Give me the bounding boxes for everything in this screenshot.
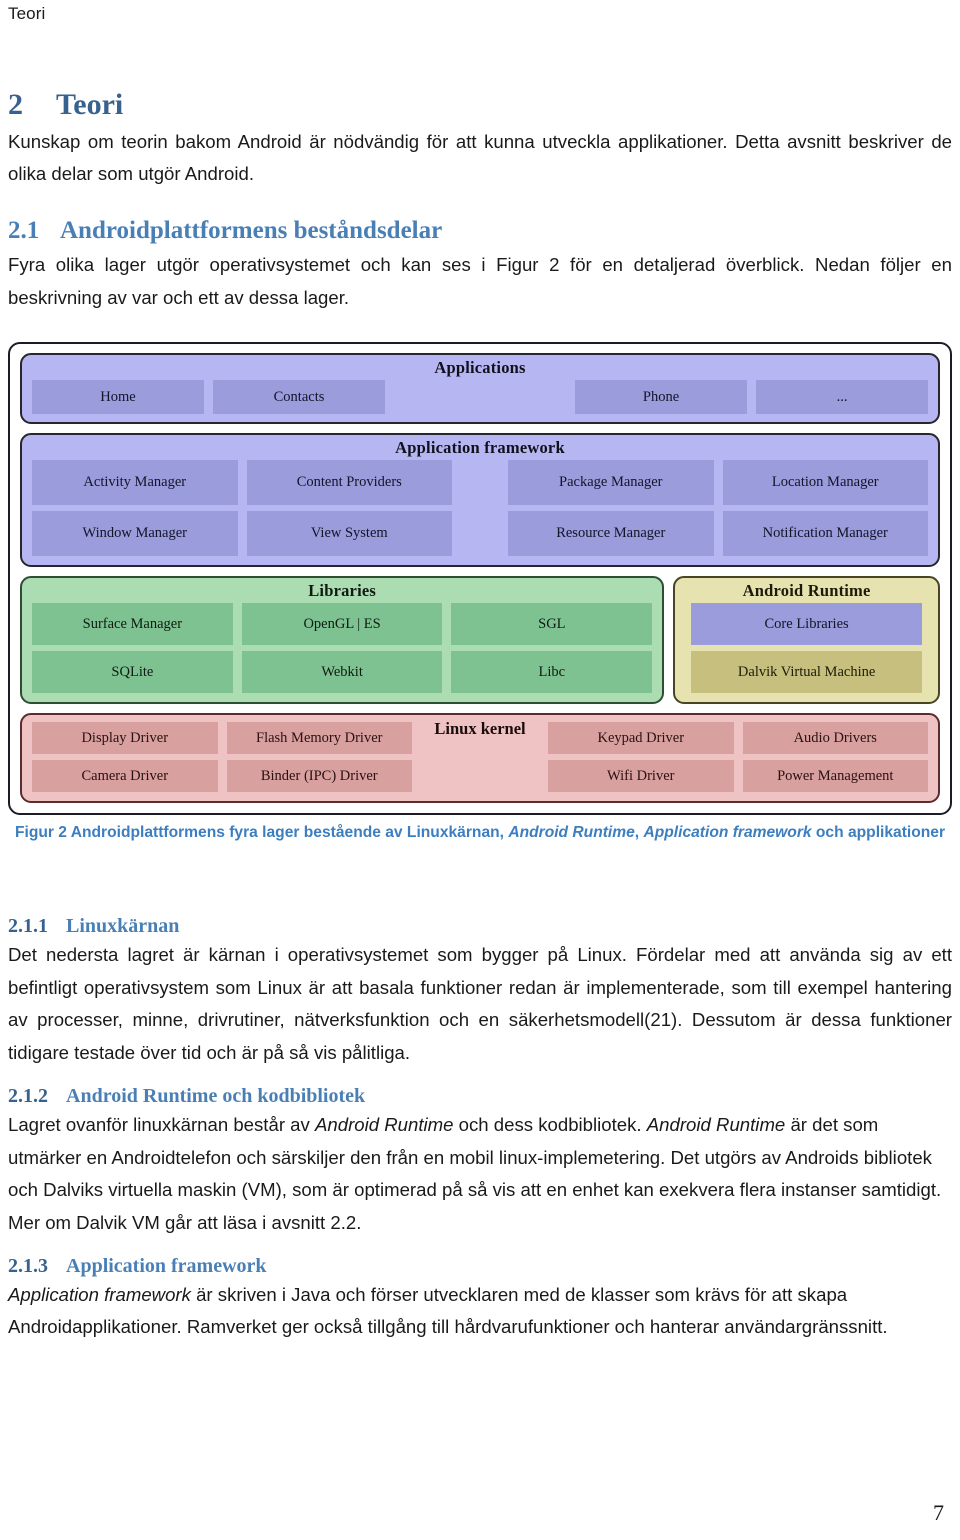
- kernel-gap-2: [421, 760, 539, 792]
- framework-row-2: Window Manager View System Resource Mana…: [32, 511, 928, 556]
- layer-android-runtime-title: Android Runtime: [742, 581, 871, 600]
- heading-section-2-1-2: 2.1.2 Android Runtime och kodbibliotek: [8, 1084, 952, 1108]
- heading-section-2-1-1-number: 2.1.1: [8, 915, 48, 937]
- app-cell-spacer: [394, 380, 566, 414]
- kernel-cell-display-driver: Display Driver: [32, 722, 218, 754]
- runtime-cell-dalvik-virtual-machine: Dalvik Virtual Machine: [691, 651, 922, 693]
- libraries-cell-webkit: Webkit: [241, 651, 443, 693]
- framework-cell-view-system: View System: [246, 511, 452, 556]
- app-cell-ellipsis: ...: [756, 380, 928, 414]
- kernel-cell-audio-drivers: Audio Drivers: [742, 722, 928, 754]
- layer-linux-kernel: Linux kernel Display Driver Flash Memory…: [20, 713, 940, 803]
- layer-application-framework-title: Application framework: [395, 438, 565, 457]
- paragraph-section-2-1-2: Lagret ovanför linuxkärnan består av And…: [8, 1109, 952, 1240]
- libraries-cell-surface-manager: Surface Manager: [32, 603, 233, 645]
- libraries-cell-sgl: SGL: [451, 603, 653, 645]
- framework-gap-2: [461, 511, 499, 556]
- heading-section-2: 2 Teori: [8, 88, 952, 122]
- heading-section-2-title: Teori: [56, 88, 124, 121]
- layer-linux-kernel-cells: Display Driver Flash Memory Driver Keypa…: [22, 715, 938, 801]
- figure-caption-em-android-runtime: Android Runtime: [508, 824, 635, 841]
- kernel-cell-keypad-driver: Keypad Driver: [548, 722, 734, 754]
- figure-2: Applications Home Contacts Phone ... App…: [8, 342, 952, 843]
- paragraph-section-2-1-3: Application framework är skriven i Java …: [8, 1279, 952, 1344]
- libraries-cell-sqlite: SQLite: [32, 651, 233, 693]
- p212-part1: Lagret ovanför linuxkärnan består av: [8, 1113, 315, 1135]
- layer-libraries: Libraries Surface Manager OpenGL | ES SG…: [20, 576, 665, 704]
- heading-section-2-1-2-title: Android Runtime och kodbibliotek: [66, 1084, 366, 1107]
- document-body-upper: 2 Teori Kunskap om teorin bakom Android ä…: [8, 88, 952, 316]
- layer-libraries-cells: Surface Manager OpenGL | ES SGL SQLite W…: [22, 603, 662, 702]
- heading-section-2-1: 2.1 Androidplattformens beståndsdelar: [8, 217, 952, 246]
- app-cell-contacts: Contacts: [213, 380, 385, 414]
- layer-application-framework: Application framework Activity Manager C…: [20, 433, 940, 567]
- p212-part2: och dess kodbibliotek.: [453, 1113, 647, 1135]
- p212-em-android-runtime-2: Android Runtime: [646, 1113, 786, 1135]
- figure-caption-part3: och applikationer: [811, 824, 946, 841]
- runtime-cell-core-libraries: Core Libraries: [691, 603, 922, 645]
- framework-cell-activity-manager: Activity Manager: [32, 460, 238, 505]
- heading-section-2-1-2-number: 2.1.2: [8, 1084, 48, 1107]
- paragraph-section-2-1-1: Det nedersta lagret är kärnan i operativ…: [8, 944, 952, 1064]
- running-header: Teori: [8, 4, 46, 23]
- framework-cell-resource-manager: Resource Manager: [508, 511, 714, 556]
- kernel-gap-1: [421, 722, 539, 754]
- libraries-cell-opengl-es: OpenGL | ES: [241, 603, 443, 645]
- framework-gap-1: [461, 460, 499, 505]
- layer-applications: Applications Home Contacts Phone ...: [20, 353, 940, 424]
- p212-em-android-runtime-1: Android Runtime: [314, 1113, 454, 1135]
- libraries-cell-libc: Libc: [451, 651, 653, 693]
- kernel-cell-flash-memory-driver: Flash Memory Driver: [226, 722, 412, 754]
- layer-middle-band: Libraries Surface Manager OpenGL | ES SG…: [20, 576, 940, 704]
- framework-row-1: Activity Manager Content Providers Packa…: [32, 460, 928, 505]
- document-body-lower: 2.1.1 Linuxkärnan Det nedersta lagret är …: [8, 900, 952, 1346]
- layer-android-runtime-cells: Core Libraries Dalvik Virtual Machine: [675, 603, 938, 702]
- figure-frame: Applications Home Contacts Phone ... App…: [8, 342, 952, 815]
- framework-cell-content-providers: Content Providers: [246, 460, 452, 505]
- page-number: 7: [933, 1500, 944, 1525]
- libraries-row-1: Surface Manager OpenGL | ES SGL: [32, 603, 653, 645]
- heading-section-2-1-3-title: Application framework: [66, 1254, 267, 1277]
- layer-android-runtime: Android Runtime Core Libraries Dalvik Vi…: [673, 576, 940, 704]
- layer-applications-cells: Home Contacts Phone ...: [22, 380, 938, 422]
- heading-section-2-1-1-title: Linuxkärnan: [66, 915, 180, 937]
- figure-caption-em-application-framework: Application framework: [643, 824, 812, 841]
- kernel-cell-wifi-driver: Wifi Driver: [548, 760, 734, 792]
- runtime-row-1: Core Libraries: [691, 603, 922, 645]
- kernel-row-2: Camera Driver Binder (IPC) Driver Wifi D…: [32, 760, 928, 792]
- layer-libraries-title: Libraries: [308, 581, 376, 600]
- kernel-row-1: Display Driver Flash Memory Driver Keypa…: [32, 722, 928, 754]
- heading-section-2-1-3: 2.1.3 Application framework: [8, 1254, 952, 1278]
- framework-cell-package-manager: Package Manager: [508, 460, 714, 505]
- kernel-cell-binder-ipc-driver: Binder (IPC) Driver: [226, 760, 412, 792]
- paragraph-section-2: Kunskap om teorin bakom Android är nödvä…: [8, 130, 952, 185]
- framework-cell-notification-manager: Notification Manager: [722, 511, 928, 556]
- heading-section-2-1-number: 2.1: [8, 217, 40, 245]
- libraries-row-2: SQLite Webkit Libc: [32, 651, 653, 693]
- heading-section-2-1-title: Androidplattformens beståndsdelar: [60, 217, 443, 245]
- kernel-cell-power-management: Power Management: [742, 760, 928, 792]
- runtime-row-2: Dalvik Virtual Machine: [691, 651, 922, 693]
- heading-section-2-1-1: 2.1.1 Linuxkärnan: [8, 914, 952, 938]
- layer-applications-title: Applications: [434, 358, 526, 377]
- figure-caption: Figur 2 Androidplattformens fyra lager b…: [8, 823, 952, 843]
- heading-section-2-number: 2: [8, 88, 23, 121]
- app-cell-home: Home: [32, 380, 204, 414]
- heading-section-2-1-3-number: 2.1.3: [8, 1254, 48, 1277]
- framework-cell-window-manager: Window Manager: [32, 511, 238, 556]
- app-cell-phone: Phone: [575, 380, 747, 414]
- p213-em-application-framework: Application framework: [8, 1283, 191, 1305]
- kernel-cell-camera-driver: Camera Driver: [32, 760, 218, 792]
- layer-application-framework-cells: Activity Manager Content Providers Packa…: [22, 460, 938, 565]
- figure-caption-part1: Figur 2 Androidplattformens fyra lager b…: [14, 824, 509, 841]
- paragraph-section-2-1: Fyra olika lager utgör operativsystemet …: [8, 253, 952, 308]
- framework-cell-location-manager: Location Manager: [722, 460, 928, 505]
